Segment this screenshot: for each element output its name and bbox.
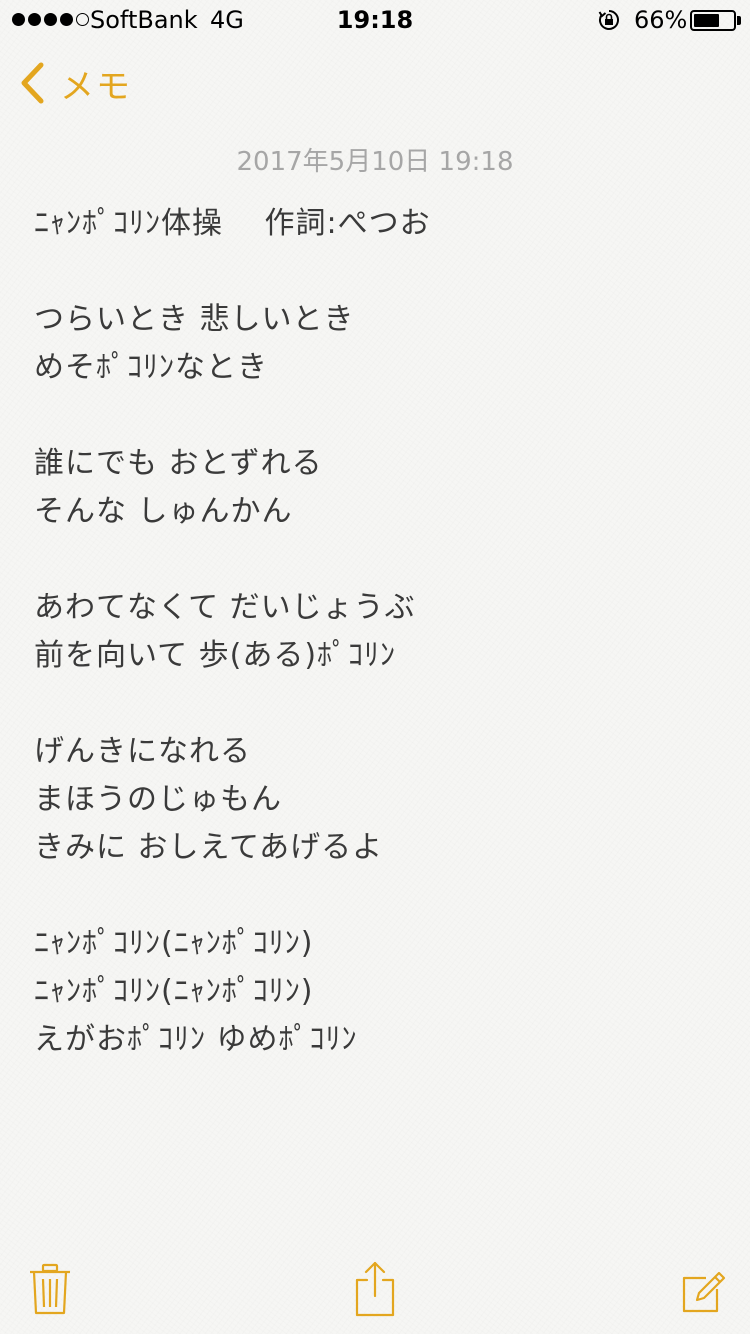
note-line: ﾆｬﾝﾎﾟｺﾘﾝ体操 作詞:ぺつお — [34, 206, 431, 241]
note-date: 2017年5月10日 19:18 — [236, 147, 514, 177]
note-line: そんな しゅんかん — [34, 494, 293, 529]
battery-cap — [737, 16, 741, 25]
chevron-left-icon — [21, 62, 44, 104]
status-bar: SoftBank 4G 19:18 66% — [0, 0, 750, 40]
note-line — [34, 680, 724, 728]
note-line: めそﾎﾟｺﾘﾝなとき — [34, 350, 268, 385]
note-line: まほうのじゅもん — [34, 782, 282, 817]
note-line — [34, 536, 724, 584]
note-line — [34, 392, 724, 440]
note-line: 誰にでも おとずれる — [34, 446, 323, 481]
back-button-label: メモ — [60, 66, 132, 107]
orientation-lock-icon — [598, 10, 619, 30]
share-icon[interactable] — [353, 1260, 397, 1318]
note-line: ﾆｬﾝﾎﾟｺﾘﾝ(ﾆｬﾝﾎﾟｺﾘﾝ) — [34, 926, 314, 961]
compose-icon[interactable] — [680, 1268, 726, 1314]
note-line: ﾆｬﾝﾎﾟｺﾘﾝ(ﾆｬﾝﾎﾟｺﾘﾝ) — [34, 974, 314, 1009]
note-line: えがおﾎﾟｺﾘﾝ ゆめﾎﾟｺﾘﾝ — [34, 1022, 358, 1057]
note-line: 前を向いて 歩(ある)ﾎﾟｺﾘﾝ — [34, 638, 397, 673]
note-line — [34, 872, 724, 920]
note-line: あわてなくて だいじょうぶ — [34, 590, 416, 625]
note-line: げんきになれる — [34, 734, 251, 769]
back-button[interactable]: メモ — [18, 58, 132, 108]
note-line — [34, 248, 724, 296]
battery-fill — [694, 14, 720, 27]
note-body[interactable]: ﾆｬﾝﾎﾟｺﾘﾝ体操 作詞:ぺつお つらいとき 悲しいとき めそﾎﾟｺﾘﾝなとき誰に… — [34, 200, 724, 1064]
note-line: つらいとき 悲しいとき — [34, 302, 355, 337]
battery-icon — [690, 10, 736, 31]
trash-icon[interactable] — [28, 1262, 72, 1316]
note-line: きみに おしえてあげるよ — [34, 830, 384, 865]
battery-percent: 66% — [634, 6, 688, 34]
